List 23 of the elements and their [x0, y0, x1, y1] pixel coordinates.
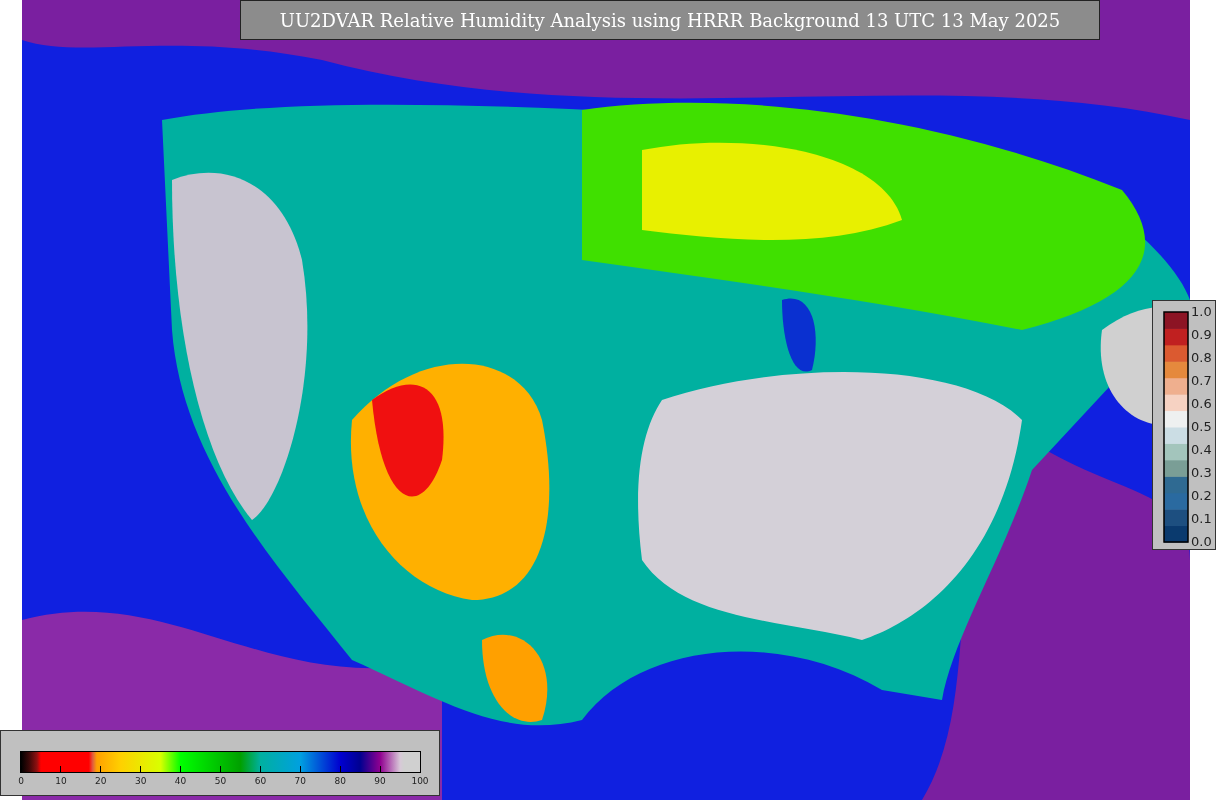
tick-label: 40: [174, 776, 187, 786]
tick-label: 0.0: [1191, 535, 1212, 549]
tick-label: 90: [374, 776, 386, 786]
tick-label: 0.4: [1191, 443, 1212, 457]
tick-label: 30: [134, 776, 147, 786]
tick-label: 0.5: [1191, 420, 1212, 434]
tick-label: 0.7: [1191, 374, 1212, 388]
tick-label: 100: [411, 776, 429, 786]
tick-label: 0.3: [1191, 466, 1212, 480]
tick-label: 1.0: [1191, 305, 1212, 319]
map-title: UU2DVAR Relative Humidity Analysis using HRRR Background 13 UTC 13 May 2025: [240, 0, 1100, 40]
tick-label: 0: [18, 776, 24, 786]
tick-label: 10: [55, 776, 67, 786]
tick-label: 0.8: [1191, 351, 1212, 365]
tick-label: 0.6: [1191, 397, 1212, 411]
tick-label: 0.1: [1191, 512, 1212, 526]
tick-label: 50: [214, 776, 227, 786]
tick-label: 20: [95, 776, 107, 786]
tick-label: 0.2: [1191, 489, 1212, 503]
tick-label: 80: [334, 776, 346, 786]
tick-label: 70: [294, 776, 306, 786]
tick-label: 0.9: [1191, 328, 1212, 342]
tick-label: 60: [254, 776, 267, 786]
